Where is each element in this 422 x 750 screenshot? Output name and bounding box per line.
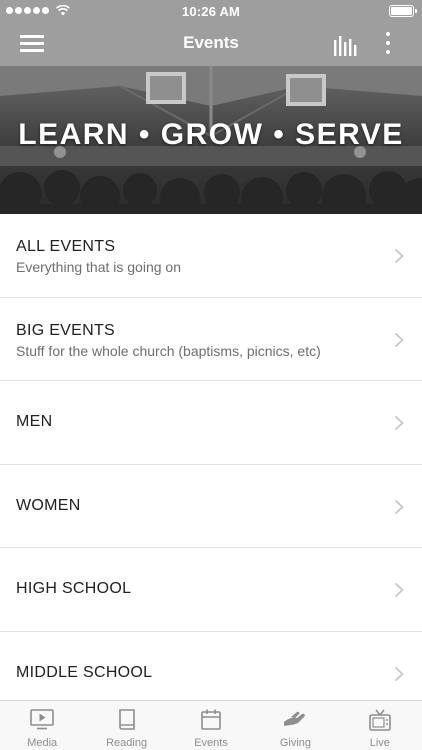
chevron-right-icon xyxy=(394,248,404,264)
tab-label: Giving xyxy=(279,737,312,749)
tab-bar: Media Reading Events Giving Live xyxy=(0,700,422,750)
hero-headline: LEARN • GROW • SERVE xyxy=(18,118,404,151)
event-row-all-events[interactable]: ALL EVENTS Everything that is going on xyxy=(0,214,422,298)
event-row-title: ALL EVENTS xyxy=(16,238,116,255)
event-row-title: WOMEN xyxy=(16,496,81,514)
hero-banner: LEARN • GROW • SERVE xyxy=(0,66,422,214)
event-row-men[interactable]: MEN xyxy=(0,381,422,465)
tab-label: Events xyxy=(194,737,228,749)
tab-events[interactable]: Events xyxy=(169,701,253,750)
chevron-right-icon xyxy=(394,415,404,431)
tab-giving[interactable]: Giving xyxy=(253,701,337,750)
play-screen-icon xyxy=(30,709,55,730)
calendar-icon xyxy=(201,709,221,730)
event-row-title: HIGH SCHOOL xyxy=(16,580,132,597)
event-row-title: MEN xyxy=(16,413,53,430)
status-time: 10:26 AM xyxy=(181,4,241,19)
event-row-big-events[interactable]: BIG EVENTS Stuff for the whole church (b… xyxy=(0,297,422,381)
tab-label: Media xyxy=(27,737,58,749)
status-bar: 10:26 AM xyxy=(0,0,422,22)
event-row-title: BIG EVENTS xyxy=(16,321,116,339)
battery-icon xyxy=(389,5,417,17)
chevron-right-icon xyxy=(394,582,404,598)
event-row-women[interactable]: WOMEN xyxy=(0,464,422,548)
tab-live[interactable]: Live xyxy=(338,701,422,750)
tab-media[interactable]: Media xyxy=(0,701,84,750)
chevron-right-icon xyxy=(394,332,404,347)
tab-reading[interactable]: Reading xyxy=(84,701,168,750)
stats-bars-icon[interactable] xyxy=(333,34,357,56)
navigation-bar: Events xyxy=(0,22,422,66)
tab-label: Reading xyxy=(106,737,148,749)
tv-icon xyxy=(369,709,391,731)
tab-label: Live xyxy=(369,737,390,749)
chevron-right-icon xyxy=(394,666,404,681)
page-title: Events xyxy=(183,33,239,52)
more-vertical-icon[interactable] xyxy=(380,31,396,57)
event-row-subtitle: Everything that is going on xyxy=(16,259,181,275)
event-row-high-school[interactable]: HIGH SCHOOL xyxy=(0,548,422,632)
event-row-title: MIDDLE SCHOOL xyxy=(16,663,153,681)
book-icon xyxy=(118,709,135,730)
giving-hand-icon xyxy=(284,711,306,726)
events-list: ALL EVENTS Everything that is going on B… xyxy=(0,214,422,715)
event-row-subtitle: Stuff for the whole church (baptisms, pi… xyxy=(16,342,321,359)
chevron-right-icon xyxy=(394,499,404,514)
